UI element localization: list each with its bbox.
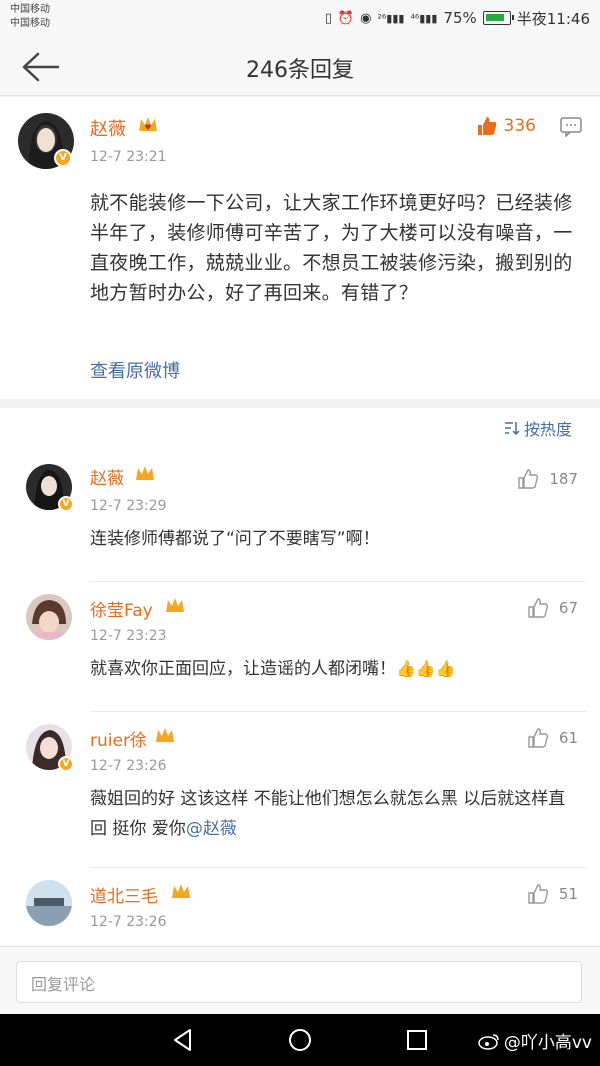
reply-input[interactable]: 回复评论 [16,961,582,1003]
comment-body: 就喜欢你正面回应，让造谣的人都闭嘴！👍👍👍 [90,654,580,684]
vibrate-icon: ▯ [324,10,332,26]
sort-label: 按热度 [523,420,572,439]
comment-time: 12-7 23:23 [90,628,167,644]
crown-icon [166,598,184,612]
thumb-up-icon [518,469,539,489]
comment-time: 12-7 23:26 [90,758,167,774]
thumb-up-filled-icon [477,117,496,135]
post-like-count: 336 [503,116,536,136]
thumb-up-icon [528,598,548,618]
home-circle-icon[interactable] [288,1028,312,1052]
crown-icon [156,728,174,742]
comment-time: 12-7 23:29 [90,498,167,514]
post-text: 就不能装修一下公司，让大家工作环境更好吗？已经装修半年了，装修师傅可辛苦了，为了… [90,192,573,304]
signal-icon-2: ⁴⁶▮▮▮ [410,11,438,25]
battery-icon [482,11,514,25]
view-original-link[interactable]: 查看原微博 [90,357,180,383]
post-author[interactable]: 赵薇 [90,115,126,141]
comment-item: V ruier徐 12-7 23:26 61 薇姐回的好 这该这样 不能让他们想… [0,712,600,868]
comment-like-button[interactable]: 67 [527,597,578,619]
comment-like-button[interactable]: 61 [527,727,578,749]
nav-bar: 246条回复 [0,38,600,96]
crown-icon: ♥ [139,117,157,132]
back-triangle-icon[interactable] [172,1028,194,1052]
comment-like-button[interactable]: 187 [517,468,578,490]
alarm-icon: ⏰ [337,10,355,26]
comment-like-count: 187 [549,470,578,488]
carrier-label-1: 中国移动 [10,4,50,15]
comment-like-count: 67 [558,599,578,617]
thumb-up-icon [528,728,548,748]
comment-text: 就喜欢你正面回应，让造谣的人都闭嘴！ [90,659,396,679]
system-nav-bar: @吖小高vv [0,1014,600,1066]
clock: 半夜11:46 [516,9,590,28]
comment-body: 薇姐回的好 这该这样 不能让他们想怎么就怎么黑 以后就这样直回 挺你 爱你@赵薇 [90,784,580,844]
svg-text:♥: ♥ [144,123,151,132]
comment-author[interactable]: 道北三毛 [90,882,158,907]
comment-item: V 赵薇 12-7 23:29 187 连装修师傅都说了“问了不要瞎写”啊！ [0,444,600,582]
crown-icon [172,884,190,898]
recents-square-icon[interactable] [406,1029,428,1051]
mention-link[interactable]: @赵薇 [186,819,237,839]
verified-badge: V [58,496,74,512]
comment-icon[interactable] [560,117,582,137]
battery-percent: 75% [443,9,477,27]
comment-time: 12-7 23:26 [90,914,167,930]
eye-icon: ◉ [360,10,372,26]
sort-by-popularity-button[interactable]: 按热度 [504,416,572,440]
verified-badge: V [54,149,72,167]
comment-item: 道北三毛 12-7 23:26 51 [0,868,600,946]
post-time: 12-7 23:21 [90,149,167,165]
signal-icon-1: ²⁶▮▮▮ [377,11,405,25]
status-bar: 中国移动 中国移动 ▯ ⏰ ◉ ²⁶▮▮▮ ⁴⁶▮▮▮ 75% 半夜11:46 [0,0,600,38]
verified-badge: V [58,756,74,772]
thumb-up-icon [528,884,548,904]
page-title: 246条回复 [246,58,354,83]
comment-like-button[interactable]: 51 [527,883,578,905]
comment-item: 徐莹Fay 12-7 23:23 67 就喜欢你正面回应，让造谣的人都闭嘴！👍👍… [0,582,600,712]
comment-author[interactable]: 徐莹Fay [90,596,153,621]
status-icons: ▯ ⏰ ◉ ²⁶▮▮▮ ⁴⁶▮▮▮ 75% 半夜11:46 [325,6,590,30]
sort-icon [504,422,520,435]
post-like-button[interactable]: 336 [476,115,536,137]
comment-like-count: 51 [558,885,578,903]
comment-author[interactable]: ruier徐 [90,726,147,751]
crown-icon [136,466,154,480]
watermark-text: @吖小高vv [503,1033,592,1053]
carrier-label-2: 中国移动 [10,18,50,29]
avatar[interactable] [26,880,72,926]
comment-like-count: 61 [558,729,578,747]
comment-author[interactable]: 赵薇 [90,464,124,489]
reply-bar: 回复评论 [0,946,600,1014]
avatar[interactable] [26,594,72,640]
thumbs-up-emoji: 👍👍👍 [396,659,456,678]
sort-bar: 按热度 [0,408,600,444]
original-comment: V 赵薇 ♥ 12-7 23:21 336 就不能装修一下公司，让大家工作环境更… [0,97,600,399]
comment-text: 连装修师傅都说了“问了不要瞎写”啊！ [90,529,380,549]
weibo-logo-icon [478,1033,499,1050]
watermark: @吖小高vv [478,1028,592,1053]
comment-text: 薇姐回的好 这该这样 不能让他们想怎么就怎么黑 以后就这样直回 挺你 爱你 [90,789,566,839]
